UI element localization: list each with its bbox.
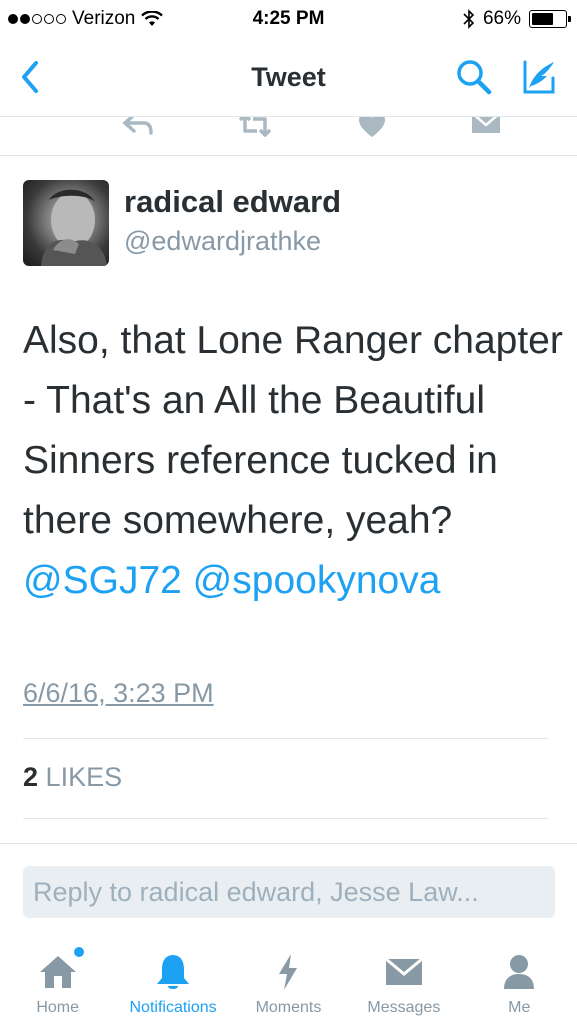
search-icon[interactable] bbox=[455, 58, 493, 96]
tab-messages[interactable]: Messages bbox=[346, 933, 461, 1017]
likes-number: 2 bbox=[23, 762, 39, 792]
mention-link[interactable]: @SGJ72 bbox=[23, 559, 182, 602]
mention-link[interactable]: @spookynova bbox=[193, 559, 441, 602]
tab-bar: Home Notifications Moments Messages Me bbox=[0, 933, 577, 1024]
like-icon[interactable] bbox=[357, 116, 387, 139]
battery-icon bbox=[529, 10, 571, 28]
divider bbox=[23, 738, 548, 739]
envelope-icon bbox=[384, 957, 423, 985]
tab-label: Me bbox=[508, 999, 531, 1016]
status-right: 66% bbox=[463, 8, 571, 30]
nav-bar: Tweet bbox=[0, 38, 577, 116]
wifi-icon bbox=[141, 11, 164, 26]
retweet-icon[interactable] bbox=[237, 116, 273, 139]
tab-home[interactable]: Home bbox=[0, 933, 115, 1017]
direct-message-icon[interactable] bbox=[470, 116, 502, 137]
bell-icon bbox=[157, 955, 190, 989]
compose-tweet-icon[interactable] bbox=[519, 58, 557, 96]
status-bar: Verizon 4:25 PM 66% bbox=[0, 0, 577, 38]
lightning-icon bbox=[279, 954, 298, 990]
reply-input[interactable]: Reply to radical edward, Jesse Law... bbox=[23, 866, 555, 918]
carrier-name: Verizon bbox=[72, 8, 136, 29]
bluetooth-icon bbox=[463, 9, 475, 29]
tweet-body: Also, that Lone Ranger chapter - That's … bbox=[23, 319, 563, 542]
battery-fill bbox=[532, 13, 554, 25]
person-icon bbox=[504, 955, 535, 989]
battery-percent: 66% bbox=[482, 8, 521, 29]
home-icon bbox=[39, 956, 76, 988]
divider bbox=[23, 818, 548, 819]
back-icon[interactable] bbox=[20, 60, 40, 94]
nav-actions bbox=[455, 58, 557, 96]
tab-moments[interactable]: Moments bbox=[231, 933, 346, 1017]
reply-area: Reply to radical edward, Jesse Law... bbox=[0, 843, 577, 933]
tab-label: Notifications bbox=[129, 999, 217, 1016]
tab-label: Messages bbox=[367, 999, 441, 1016]
likes-count[interactable]: 2 LIKES bbox=[23, 762, 122, 793]
status-left: Verizon bbox=[8, 8, 164, 30]
signal-strength-icon bbox=[8, 14, 66, 24]
previous-tweet-actions bbox=[0, 116, 577, 156]
tab-label: Home bbox=[36, 999, 80, 1016]
reply-icon[interactable] bbox=[122, 116, 154, 139]
likes-label: LIKES bbox=[45, 762, 123, 792]
user-handle[interactable]: @edwardjrathke bbox=[124, 226, 321, 257]
tab-me[interactable]: Me bbox=[462, 933, 577, 1017]
tab-notifications[interactable]: Notifications bbox=[116, 933, 231, 1017]
display-name[interactable]: radical edward bbox=[124, 184, 341, 220]
avatar[interactable] bbox=[23, 180, 109, 266]
notification-dot bbox=[74, 947, 85, 957]
tab-label: Moments bbox=[255, 999, 322, 1016]
tweet-text: Also, that Lone Ranger chapter - That's … bbox=[23, 311, 563, 611]
tweet-timestamp[interactable]: 6/6/16, 3:23 PM bbox=[23, 678, 214, 709]
